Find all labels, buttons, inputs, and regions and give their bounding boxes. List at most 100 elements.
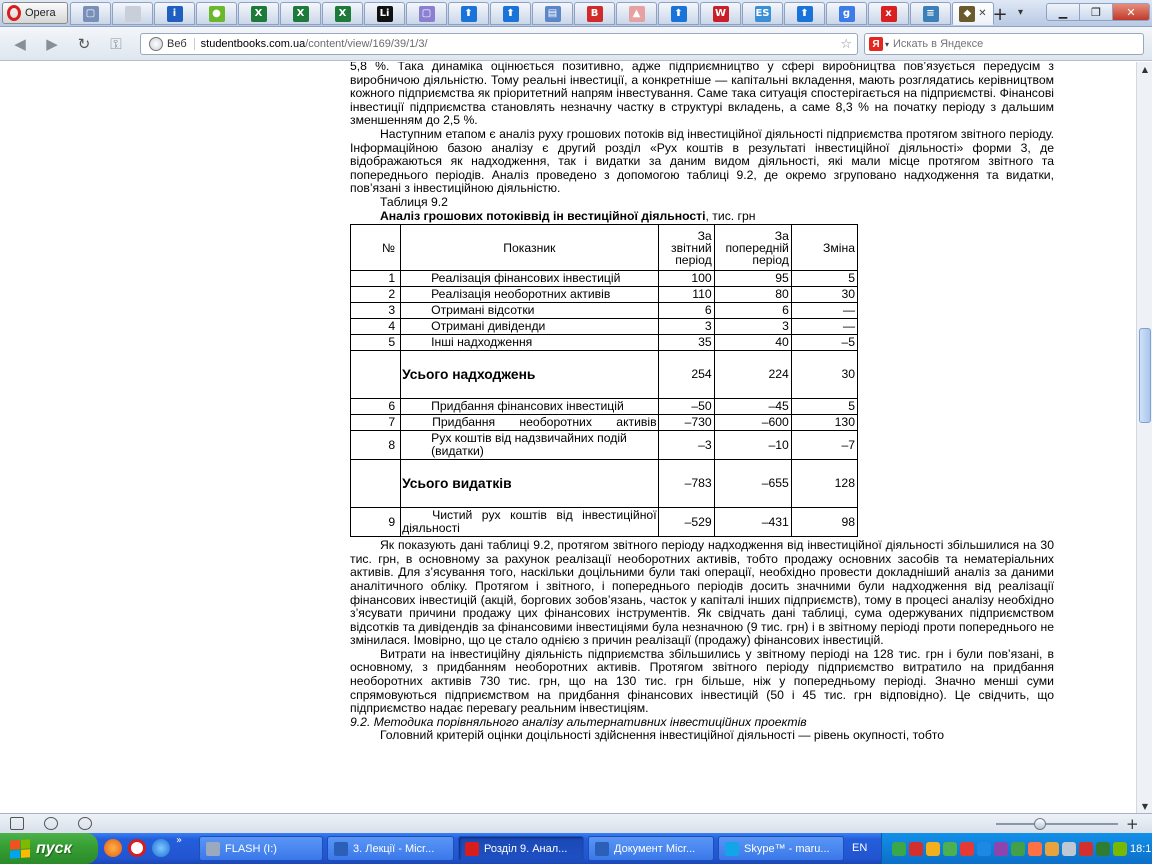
browser-tab[interactable]: X bbox=[238, 2, 279, 25]
browser-tab[interactable]: ◆ ✕ bbox=[952, 2, 994, 25]
taskbar-window-button[interactable]: 3. Лекції - Micr... bbox=[327, 836, 454, 861]
browser-tab[interactable]: x bbox=[868, 2, 909, 25]
vertical-scrollbar[interactable]: ▲ ▼ bbox=[1136, 62, 1152, 813]
taskbar-window-button[interactable]: Skype™ - maru... bbox=[718, 836, 844, 861]
tray-monitor-icon[interactable] bbox=[994, 841, 1008, 856]
taskbar-window-button[interactable]: Документ Micr... bbox=[588, 836, 714, 861]
address-bar[interactable]: Веб studentbooks.com.ua /content/view/16… bbox=[140, 33, 858, 55]
tray-network-activity-icon[interactable] bbox=[1045, 841, 1059, 856]
address-badge[interactable]: Веб bbox=[167, 38, 195, 50]
zoom-in-icon[interactable]: + bbox=[1126, 815, 1139, 833]
article-content: 5,8 %. Така динаміка оцінюється позитивн… bbox=[349, 62, 1054, 743]
quick-launch: » bbox=[104, 835, 182, 857]
cell-previous: 80 bbox=[713, 286, 792, 304]
browser-tab[interactable]: ▤ bbox=[532, 2, 573, 25]
tray-antivirus-icon[interactable] bbox=[909, 841, 923, 856]
browser-tab[interactable]: ⬆ bbox=[448, 2, 489, 25]
tray-network-icon[interactable] bbox=[892, 841, 906, 856]
tray-nvidia-icon[interactable] bbox=[1113, 841, 1127, 856]
browser-tab[interactable]: ⬆ bbox=[784, 2, 825, 25]
search-box[interactable]: Я ▾ bbox=[864, 33, 1144, 55]
tray-device-icon[interactable] bbox=[977, 841, 991, 856]
article-paragraph: Наступним етапом є аналіз руху грошових … bbox=[350, 126, 1054, 196]
browser-tab[interactable]: g bbox=[826, 2, 867, 25]
cell-current: –3 bbox=[657, 430, 715, 461]
scroll-up-icon[interactable]: ▲ bbox=[1137, 62, 1152, 76]
url-host[interactable]: studentbooks.com.ua bbox=[201, 38, 306, 50]
browser-tab[interactable]: i bbox=[154, 2, 195, 25]
tray-security-icon[interactable] bbox=[1096, 841, 1110, 856]
cell-name: Придбання необоротних активів bbox=[400, 414, 659, 432]
scroll-down-icon[interactable]: ▼ bbox=[1137, 799, 1152, 813]
browser-tab[interactable]: Li bbox=[364, 2, 405, 25]
taskbar-window-button[interactable]: Розділ 9. Анал... bbox=[458, 836, 584, 861]
opera-icon bbox=[465, 841, 479, 856]
cell-change: 5 bbox=[790, 270, 859, 288]
internet-explorer-icon[interactable] bbox=[152, 839, 170, 857]
cloud-icon[interactable] bbox=[44, 817, 58, 830]
close-window-button[interactable]: ✕ bbox=[1112, 3, 1150, 21]
browser-tab[interactable]: ▲ bbox=[616, 2, 657, 25]
table-row: 7 Придбання необоротних активів –730 –600 13… bbox=[349, 414, 859, 432]
taskbar-window-button[interactable]: FLASH (I:) bbox=[199, 836, 323, 861]
tab-list-menu-icon[interactable]: ▾ bbox=[1018, 7, 1023, 18]
opera-icon[interactable] bbox=[128, 839, 146, 857]
clock: 18:16 bbox=[1130, 842, 1152, 855]
search-engine-dropdown-icon[interactable]: ▾ bbox=[885, 40, 889, 49]
cell-name: Чистий рух коштів від інвестиційної діял… bbox=[400, 507, 659, 538]
tray-alert-icon[interactable] bbox=[1079, 841, 1093, 856]
panel-toggle-icon[interactable] bbox=[10, 817, 24, 830]
table-title-text: Аналіз грошових потоківвід ін вестиційно… bbox=[380, 208, 706, 223]
cell-change: — bbox=[790, 302, 859, 320]
browser-tab[interactable]: ES bbox=[742, 2, 783, 25]
browser-tab[interactable]: ▢ bbox=[406, 2, 447, 25]
cell-change: 30 bbox=[790, 286, 859, 304]
cell-current: 3 bbox=[657, 318, 715, 336]
restore-button[interactable]: ❐ bbox=[1079, 3, 1113, 21]
cell-change: 128 bbox=[790, 459, 859, 509]
tray-volume-icon[interactable] bbox=[1062, 841, 1076, 856]
scrollbar-thumb[interactable] bbox=[1139, 328, 1151, 423]
minimize-button[interactable]: ▁ bbox=[1046, 3, 1080, 21]
table-row: 6 Придбання фінансових інвестицій –50 –45 5 bbox=[349, 398, 859, 416]
tray-shield-icon[interactable] bbox=[926, 841, 940, 856]
url-path[interactable]: /content/view/169/39/1/3/ bbox=[305, 38, 427, 50]
forward-arrow-icon[interactable]: ▶ bbox=[42, 35, 62, 53]
wiki-icon: W bbox=[712, 5, 729, 22]
tray-check-icon[interactable] bbox=[1011, 841, 1025, 856]
firefox-icon[interactable] bbox=[104, 839, 122, 857]
quick-launch-expand-icon[interactable]: » bbox=[176, 835, 182, 857]
browser-tab[interactable]: W bbox=[700, 2, 741, 25]
new-tab-button[interactable]: + bbox=[990, 4, 1010, 25]
opera-menu-button[interactable]: Opera bbox=[2, 2, 68, 24]
reload-icon[interactable]: ↻ bbox=[74, 35, 94, 53]
browser-tab[interactable]: X bbox=[322, 2, 363, 25]
bookmark-star-icon[interactable]: ☆ bbox=[840, 37, 852, 52]
browser-tab[interactable]: ≡ bbox=[910, 2, 951, 25]
search-input[interactable] bbox=[893, 38, 1124, 50]
browser-tab[interactable]: ⬆ bbox=[658, 2, 699, 25]
back-arrow-icon[interactable]: ◀ bbox=[10, 35, 30, 53]
browser-tab[interactable]: ▢ bbox=[70, 2, 111, 25]
start-button[interactable]: пуск bbox=[0, 833, 98, 864]
zoom-slider-track[interactable] bbox=[996, 823, 1118, 825]
windows-taskbar: пуск » FLASH (I:) 3. Лекції - Micr... Розд… bbox=[0, 833, 1152, 864]
browser-tab[interactable]: B bbox=[574, 2, 615, 25]
browser-tab[interactable]: X bbox=[280, 2, 321, 25]
table-body: 1 Реалізація фінансових інвестицій 100 95 5 2… bbox=[349, 270, 859, 538]
language-indicator[interactable]: EN bbox=[852, 842, 867, 854]
yandex-icon[interactable]: Я bbox=[869, 37, 883, 51]
tray-app-icon[interactable] bbox=[960, 841, 974, 856]
browser-tab[interactable]: ● bbox=[196, 2, 237, 25]
speed-dial-icon[interactable] bbox=[78, 817, 92, 830]
key-icon[interactable]: ⚿ bbox=[106, 35, 126, 53]
close-tab-icon[interactable]: ✕ bbox=[978, 8, 986, 19]
zoom-slider-knob[interactable] bbox=[1034, 818, 1046, 830]
tray-update-icon[interactable] bbox=[943, 841, 957, 856]
excel-icon: X bbox=[334, 5, 351, 22]
cell-previous: –45 bbox=[713, 398, 792, 416]
browser-tab[interactable] bbox=[112, 2, 153, 25]
browser-tab[interactable]: ⬆ bbox=[490, 2, 531, 25]
table-row: 5 Інші надходження 35 40 –5 bbox=[349, 334, 859, 352]
tray-adobe-icon[interactable] bbox=[1028, 841, 1042, 856]
